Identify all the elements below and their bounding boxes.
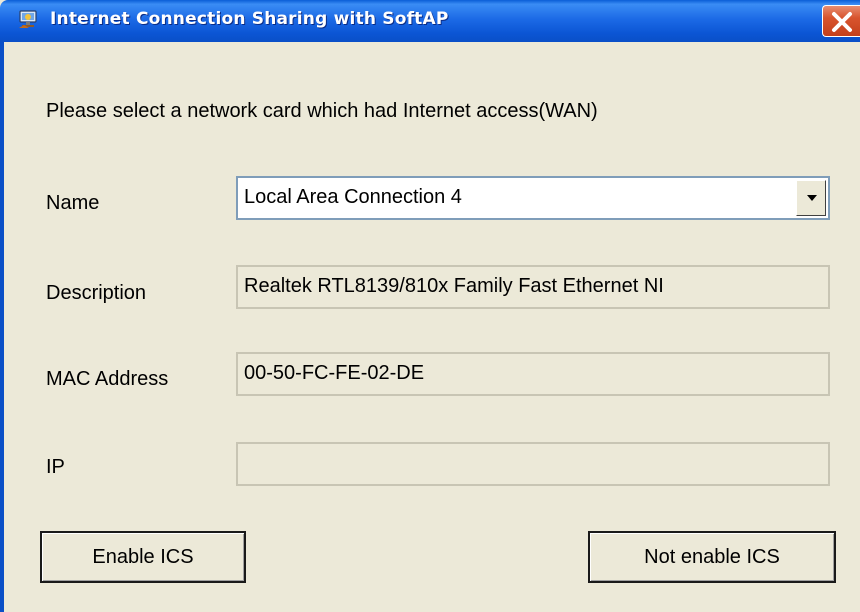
- description-field: Realtek RTL8139/810x Family Fast Etherne…: [236, 265, 830, 309]
- title-bar[interactable]: Internet Connection Sharing with SoftAP: [0, 0, 860, 42]
- close-icon: [832, 12, 852, 32]
- ip-field: [236, 442, 830, 486]
- mac-address-field: 00-50-FC-FE-02-DE: [236, 352, 830, 396]
- name-dropdown[interactable]: Local Area Connection 4: [236, 176, 830, 220]
- mac-address-label: MAC Address: [46, 368, 169, 390]
- dialog-window: Internet Connection Sharing with SoftAP …: [0, 0, 860, 612]
- name-label: Name: [46, 192, 100, 214]
- instruction-text: Please select a network card which had I…: [46, 100, 598, 122]
- description-label: Description: [46, 282, 147, 304]
- close-button[interactable]: [822, 5, 860, 37]
- not-enable-ics-button[interactable]: Not enable ICS: [588, 531, 836, 583]
- chevron-down-icon: [807, 195, 817, 201]
- window-left-border: [0, 42, 4, 612]
- name-dropdown-value: Local Area Connection 4: [244, 186, 462, 208]
- ip-label: IP: [46, 456, 65, 478]
- dropdown-arrow-button[interactable]: [796, 180, 826, 216]
- network-share-icon: [16, 8, 40, 32]
- window-title: Internet Connection Sharing with SoftAP: [50, 9, 449, 29]
- enable-ics-button[interactable]: Enable ICS: [40, 531, 246, 583]
